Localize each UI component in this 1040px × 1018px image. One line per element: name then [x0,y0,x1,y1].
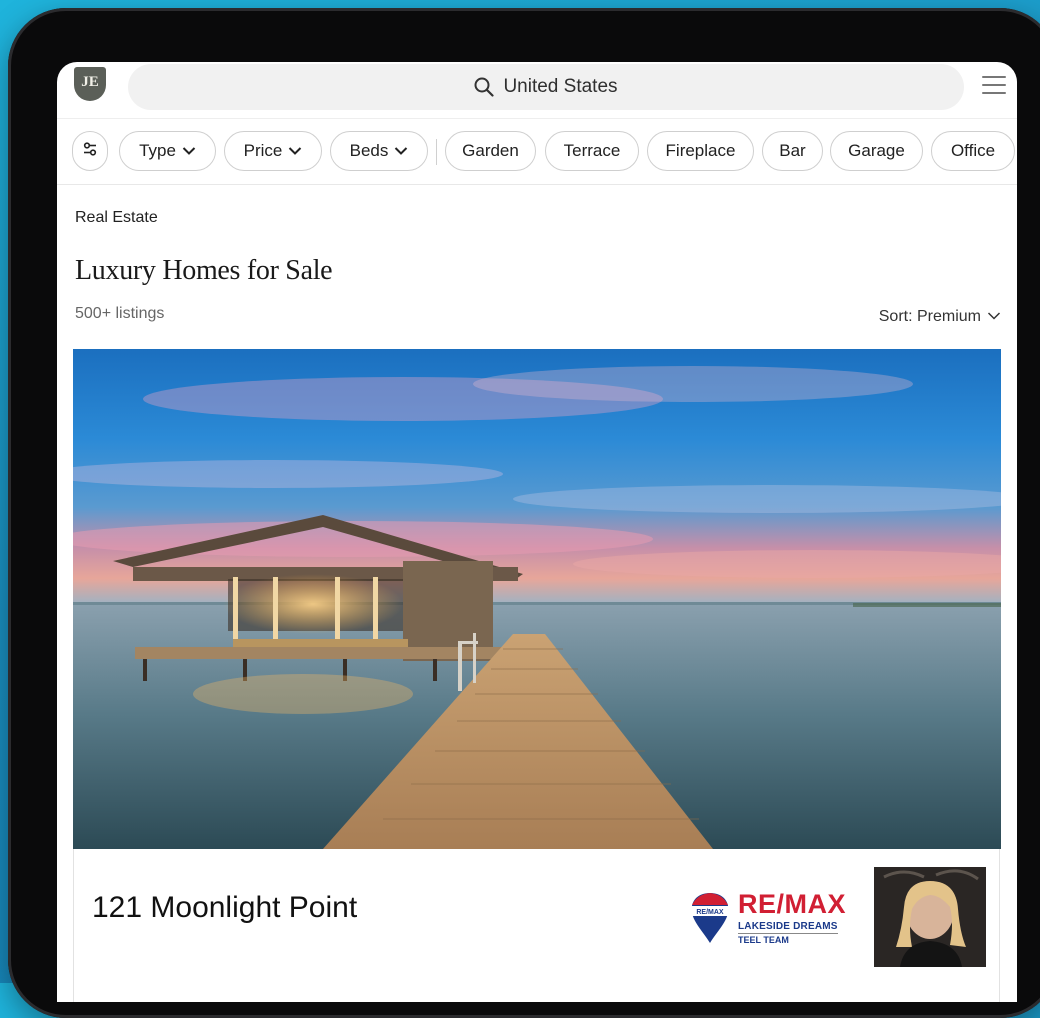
top-bar: JE United States [57,62,1017,119]
sort-dropdown[interactable]: Sort: Premium [879,308,1001,326]
chevron-down-icon [394,141,408,161]
search-icon [474,77,495,97]
page-title: Luxury Homes for Sale [75,255,333,286]
agent-portrait-photo [874,867,986,967]
price-dropdown[interactable]: Price [224,131,322,171]
beds-dropdown[interactable]: Beds [330,131,428,171]
filter-divider [436,139,437,165]
feature-chip-garage[interactable]: Garage [830,131,923,171]
listing-card[interactable]: 121 Moonlight Point RE/MAX RE/MAX LAKESI… [73,849,1000,1002]
feature-chip-bar[interactable]: Bar [762,131,823,171]
type-dropdown-label: Type [139,141,176,160]
chevron-down-icon [182,141,196,161]
balloon-icon: RE/MAX [691,893,729,943]
agent-photo[interactable] [874,867,986,967]
filter-settings-button[interactable] [72,131,108,171]
boathouse-pier-photo [73,349,1001,849]
listing-photo[interactable] [73,349,1001,849]
beds-dropdown-label: Beds [349,141,389,160]
brokerage-team: TEEL TEAM [738,935,789,945]
type-dropdown[interactable]: Type [119,131,216,171]
app-screen: JE United States Type Price Beds Garden … [57,62,1017,1002]
listing-count: 500+ listings [75,305,165,322]
chevron-down-icon [987,308,1001,326]
tablet-frame: JE United States Type Price Beds Garden … [8,8,1040,1018]
feature-chip-terrace[interactable]: Terrace [545,131,639,171]
filter-bar: Type Price Beds Garden Terrace Fireplace… [57,118,1017,185]
sort-label: Sort: Premium [878,308,981,325]
search-bar[interactable]: United States [128,64,964,110]
site-logo[interactable]: JE [74,67,106,101]
breadcrumb[interactable]: Real Estate [75,209,158,227]
price-dropdown-label: Price [243,141,283,160]
brokerage-name: RE/MAX [738,889,847,919]
listing-address[interactable]: 121 Moonlight Point [92,891,357,925]
feature-chip-garden[interactable]: Garden [445,131,536,171]
brokerage-logo: RE/MAX RE/MAX LAKESIDE DREAMS TEEL TEAM [688,889,848,945]
brokerage-office: LAKESIDE DREAMS [738,921,838,934]
svg-text:RE/MAX: RE/MAX [696,909,724,916]
hamburger-menu-icon[interactable] [982,76,1006,96]
feature-chip-office[interactable]: Office [931,131,1015,171]
search-location-text: United States [503,76,618,97]
chevron-down-icon [288,141,302,161]
filter-settings-icon [82,141,98,162]
feature-chip-fireplace[interactable]: Fireplace [647,131,754,171]
